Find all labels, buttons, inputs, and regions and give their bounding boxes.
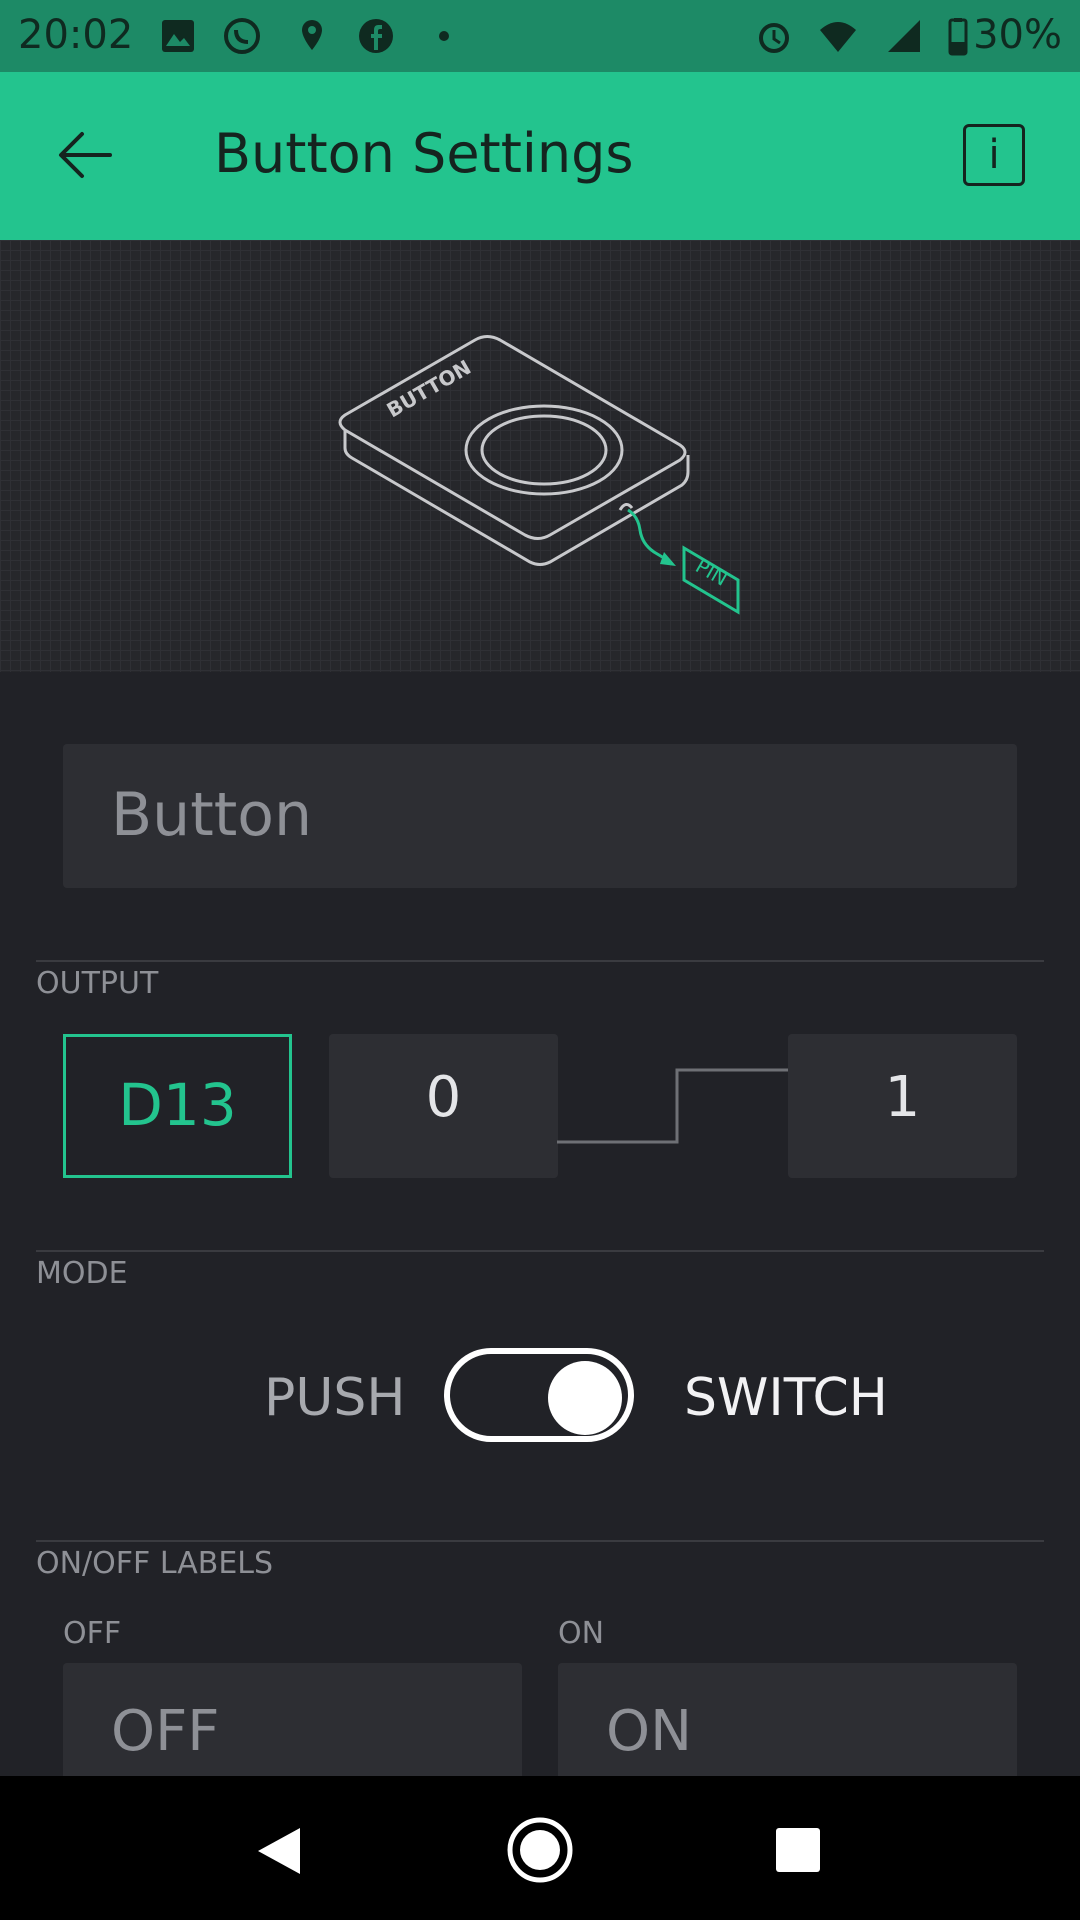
mode-switch-label: SWITCH [684,1368,888,1428]
output-wave-icon [557,1068,789,1144]
dot-icon [439,31,449,41]
nav-back-icon[interactable] [254,1826,302,1876]
off-label-field[interactable]: OFF [63,1663,522,1783]
back-arrow-icon[interactable] [58,130,112,180]
button-device-illustration: BUTTON PIN [338,335,740,615]
output-high-value[interactable]: 1 [788,1034,1017,1178]
widget-name-field[interactable]: Button [63,744,1017,888]
divider [36,1250,1044,1252]
mode-push-label: PUSH [264,1368,406,1428]
off-label-caption: OFF [63,1616,122,1651]
nav-home-icon[interactable] [506,1816,574,1884]
status-time: 20:02 [18,12,134,58]
nav-recents-icon[interactable] [776,1828,820,1872]
on-label-value: ON [606,1699,692,1764]
whatsapp-icon [224,18,260,54]
divider [36,1540,1044,1542]
app-bar: Button Settings i [0,72,1080,240]
battery-icon [948,18,968,56]
alarm-icon [759,23,789,53]
location-pin-icon [302,20,322,50]
mode-toggle[interactable] [444,1348,634,1442]
info-button[interactable]: i [963,124,1025,186]
on-label-caption: ON [558,1616,605,1651]
status-bar: 20:02 30% [0,0,1080,72]
on-label-field[interactable]: ON [558,1663,1017,1783]
signal-icon [888,20,920,52]
toggle-knob [548,1361,622,1435]
widget-name-value: Button [111,780,312,850]
facebook-icon [359,19,393,53]
mode-section-label: MODE [36,1256,128,1291]
pin-selector[interactable]: D13 [63,1034,292,1178]
output-low-value[interactable]: 0 [329,1034,558,1178]
widget-illustration: BUTTON PIN [0,240,1080,672]
divider [36,960,1044,962]
image-icon [162,20,194,52]
wifi-icon [820,22,856,52]
off-label-value: OFF [111,1699,220,1764]
battery-percentage: 30% [973,12,1062,58]
system-nav-bar [0,1776,1080,1920]
illustration-pin-text: PIN [692,554,733,591]
page-title: Button Settings [214,122,634,185]
onoff-section-label: ON/OFF LABELS [36,1546,274,1581]
output-section-label: OUTPUT [36,966,159,1001]
